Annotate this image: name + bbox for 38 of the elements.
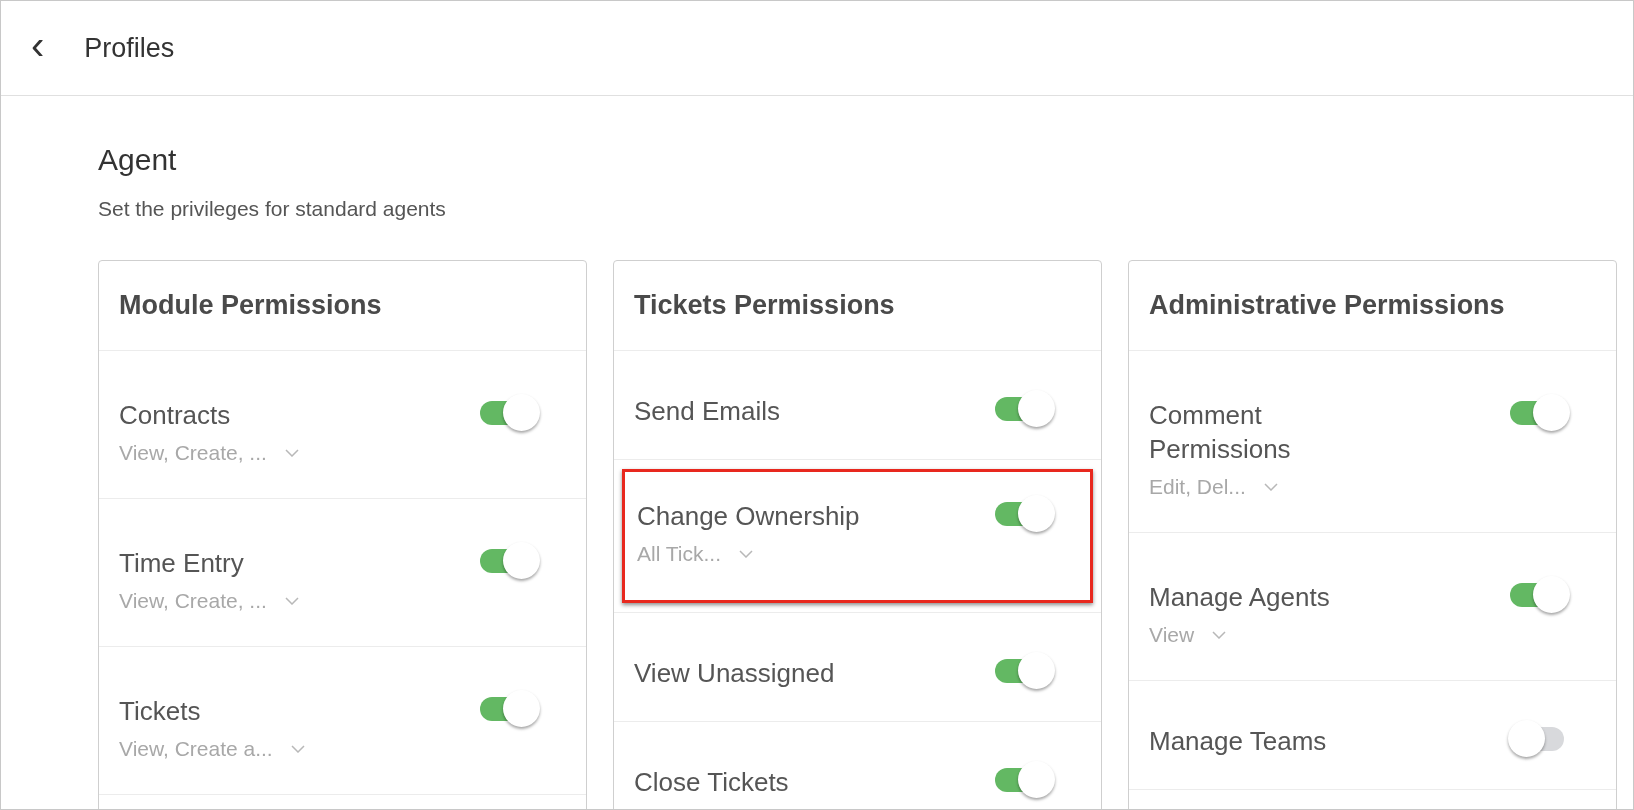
permission-label: Send Emails xyxy=(634,395,780,428)
chevron-down-icon xyxy=(1212,631,1227,639)
permission-label: Tickets xyxy=(119,695,201,728)
permission-label: Close Tickets xyxy=(634,766,789,799)
permission-label: Manage Agents xyxy=(1149,581,1330,614)
toggle-switch[interactable] xyxy=(993,652,1055,690)
access-dropdown[interactable]: View, Create, ... xyxy=(119,586,299,616)
back-button[interactable]: ‹ xyxy=(31,25,45,71)
access-dropdown[interactable]: View xyxy=(1149,620,1227,650)
toggle-switch[interactable] xyxy=(478,394,540,432)
toggle-switch[interactable] xyxy=(1508,394,1570,432)
access-dropdown[interactable]: All Tick... xyxy=(637,539,753,569)
toggle-switch[interactable] xyxy=(993,390,1055,428)
toggle-switch[interactable] xyxy=(993,495,1055,533)
chevron-down-icon xyxy=(284,449,299,457)
permission-label: Comment Permissions xyxy=(1149,399,1292,466)
toggle-switch[interactable] xyxy=(993,761,1055,799)
card-title: Administrative Permissions xyxy=(1149,289,1505,323)
chevron-down-icon xyxy=(1263,483,1278,491)
access-dropdown[interactable]: View, Create a... xyxy=(119,734,305,764)
access-dropdown[interactable]: Edit, Del... xyxy=(1149,472,1278,502)
chevron-down-icon xyxy=(290,745,305,753)
profile-description: Set the privileges for standard agents xyxy=(98,196,447,222)
permission-label: Change Ownership xyxy=(637,500,860,533)
permission-label: Manage Teams xyxy=(1149,725,1327,758)
page-title: Profiles xyxy=(84,31,175,65)
toggle-switch[interactable] xyxy=(478,690,540,728)
card-title: Module Permissions xyxy=(119,289,382,323)
chevron-down-icon xyxy=(284,597,299,605)
permission-label: Time Entry xyxy=(119,547,244,580)
toggle-switch[interactable] xyxy=(478,542,540,580)
permission-label: Contracts xyxy=(119,399,231,432)
card-title: Tickets Permissions xyxy=(634,289,895,323)
toggle-switch[interactable] xyxy=(1508,576,1570,614)
chevron-down-icon xyxy=(739,550,753,558)
permission-label: View Unassigned xyxy=(634,657,835,690)
access-dropdown[interactable]: View, Create, ... xyxy=(119,438,299,468)
profile-title: Agent xyxy=(98,142,178,178)
